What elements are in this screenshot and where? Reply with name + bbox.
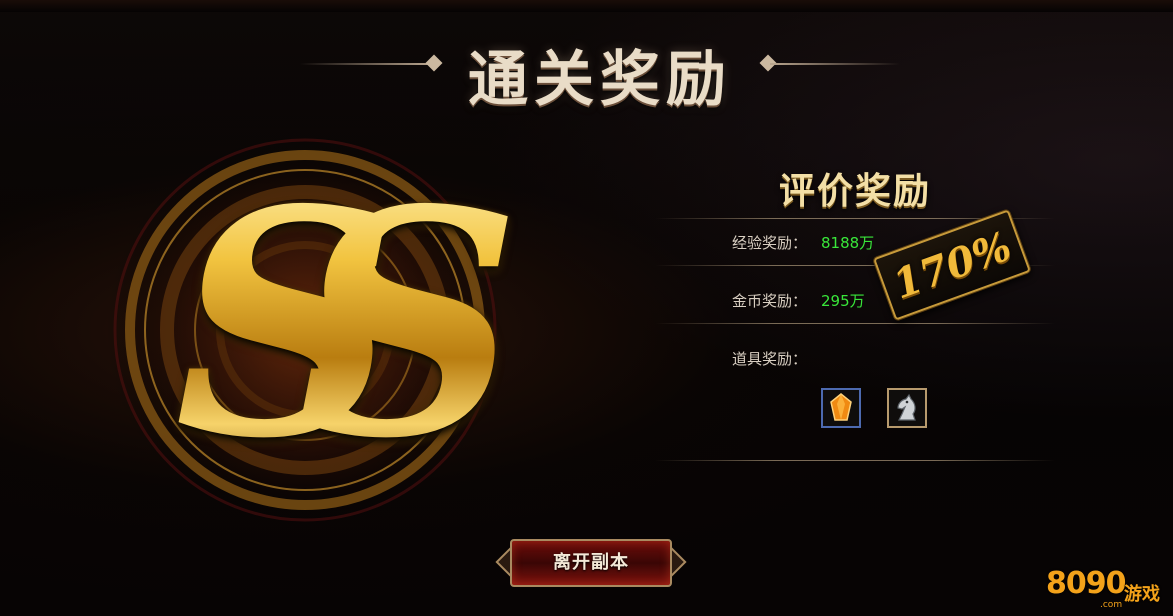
divider (655, 323, 1055, 324)
reward-item-knight[interactable] (887, 388, 927, 428)
reward-item-gem[interactable] (821, 388, 861, 428)
rewards-heading: 评价奖励 (778, 171, 931, 212)
ss-grade-letters: SS (90, 143, 521, 507)
title-banner: 通关奖励 (300, 25, 900, 115)
orange-gem-icon (830, 393, 852, 421)
chess-knight-icon (897, 393, 916, 421)
watermark-text: 游戏 (1124, 584, 1160, 605)
watermark-number: 8090 (1046, 566, 1126, 601)
game-window: 通关奖励 SS 评价奖励 经验奖励： 8188万 金币奖励： 295万 道具奖励… (0, 0, 1173, 616)
rewards-panel: 评价奖励 经验奖励： 8188万 金币奖励： 295万 道具奖励： (655, 150, 1055, 470)
title-ornament-left (300, 63, 430, 65)
gold-value: 295万 (821, 292, 865, 310)
exp-value: 8188万 (821, 234, 875, 252)
watermark-domain: .com (1100, 600, 1123, 610)
gold-label: 金币奖励： (732, 292, 808, 310)
grade-emblem: SS (90, 120, 550, 540)
title-ornament-right (770, 63, 900, 65)
site-watermark-logo: 8090 游戏 .com (1046, 562, 1170, 614)
items-label: 道具奖励： (732, 350, 808, 368)
divider (655, 460, 1055, 461)
leave-dungeon-label: 离开副本 (553, 552, 629, 573)
page-title: 通关奖励 (468, 45, 732, 115)
exp-label: 经验奖励： (732, 234, 808, 252)
leave-dungeon-button[interactable]: 离开副本 (495, 535, 687, 591)
top-border (0, 0, 1173, 12)
